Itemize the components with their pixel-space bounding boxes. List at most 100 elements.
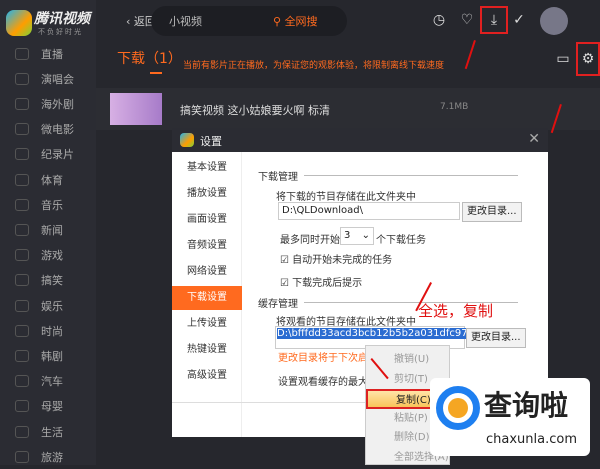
video-thumbnail bbox=[110, 93, 162, 125]
category-icon bbox=[15, 425, 29, 438]
close-icon[interactable]: ✕ bbox=[528, 131, 540, 147]
sidebar-item[interactable]: 旅游 bbox=[0, 444, 96, 469]
sidebar-item[interactable]: 直播 bbox=[0, 41, 96, 66]
sidebar-item[interactable]: 音乐 bbox=[0, 192, 96, 217]
avatar[interactable] bbox=[540, 7, 568, 35]
sidebar-item-label: 搞笑 bbox=[41, 274, 63, 288]
sidebar-item[interactable]: 微电影 bbox=[0, 117, 96, 142]
category-icon bbox=[15, 400, 29, 413]
sidebar-item-label: 音乐 bbox=[41, 198, 63, 212]
play-logo-icon bbox=[6, 10, 32, 36]
check-icon[interactable]: ✓ bbox=[510, 11, 528, 29]
settings-gear-icon[interactable]: ⚙ bbox=[576, 42, 600, 76]
download-title[interactable]: 下载（1） bbox=[117, 48, 182, 68]
cache-path-selected-text: D:\bfffdd33acd3bcb12b5b2a031dfc97ac\ bbox=[277, 328, 483, 339]
download-path-input[interactable]: D:\QLDownload\ bbox=[278, 202, 460, 220]
sidebar-item[interactable]: 海外剧 bbox=[0, 91, 96, 116]
max-cache-label: 设置观看缓存的最大占 bbox=[278, 377, 378, 388]
watermark-en: chaxunla.com bbox=[486, 432, 577, 447]
auto-start-label: 自动开始未完成的任务 bbox=[292, 255, 393, 266]
category-icon bbox=[15, 349, 29, 362]
app-logo-icon bbox=[180, 133, 194, 147]
sidebar-item[interactable]: 新闻 bbox=[0, 217, 96, 242]
settings-nav-item[interactable]: 播放设置 bbox=[172, 182, 242, 206]
category-icon bbox=[15, 72, 29, 85]
cache-mgmt-heading: 缓存管理 bbox=[258, 299, 298, 310]
watermark-logo: 查询啦 chaxunla.com bbox=[430, 378, 590, 456]
watermark-cn: 查询啦 bbox=[484, 389, 569, 422]
category-icon bbox=[15, 198, 29, 211]
settings-nav-item[interactable]: 热键设置 bbox=[172, 338, 242, 362]
max-tasks-suffix: 个下载任务 bbox=[376, 235, 426, 246]
download-item[interactable]: 搞笑视频 这小姑娘要火啊 标清 7.1MB bbox=[96, 88, 600, 130]
settings-nav-item[interactable]: 网络设置 bbox=[172, 260, 242, 284]
category-icon bbox=[15, 324, 29, 337]
settings-nav-item[interactable]: 音频设置 bbox=[172, 234, 242, 258]
sidebar-item-label: 旅游 bbox=[41, 450, 63, 464]
logo-dot bbox=[448, 398, 468, 418]
sidebar-item[interactable]: 韩剧 bbox=[0, 343, 96, 368]
divider bbox=[304, 175, 518, 176]
history-icon[interactable]: ◷ bbox=[430, 11, 448, 29]
sidebar-item-label: 娱乐 bbox=[41, 299, 63, 313]
settings-nav-item[interactable]: 高级设置 bbox=[172, 364, 242, 388]
sidebar-item-label: 游戏 bbox=[41, 249, 63, 263]
change-cache-dir-button[interactable]: 更改目录... bbox=[466, 328, 526, 348]
sidebar-item[interactable]: 搞笑 bbox=[0, 268, 96, 293]
max-tasks-select[interactable]: 3 ⌄ bbox=[340, 227, 374, 245]
download-notice: 当前有影片正在播放，为保证您的观影体验，将限制离线下载速度 bbox=[183, 61, 445, 71]
sidebar-item-label: 纪录片 bbox=[41, 148, 74, 162]
sidebar-item[interactable]: 母婴 bbox=[0, 394, 96, 419]
sidebar-item[interactable]: 生活 bbox=[0, 419, 96, 444]
settings-nav: 基本设置 播放设置 画面设置 音频设置 网络设置 下载设置 上传设置 热键设置 高级设置 bbox=[172, 152, 242, 437]
sidebar-item[interactable]: 体育 bbox=[0, 167, 96, 192]
sidebar-item-label: 韩剧 bbox=[41, 349, 63, 363]
app-slogan: 不负好时光 bbox=[38, 28, 83, 36]
sidebar-item[interactable]: 游戏 bbox=[0, 243, 96, 268]
auto-start-checkbox[interactable]: ☑ 自动开始未完成的任务 bbox=[280, 251, 392, 266]
sidebar-item-label: 母婴 bbox=[41, 400, 63, 414]
sidebar-item[interactable]: 纪录片 bbox=[0, 142, 96, 167]
notify-done-label: 下载完成后提示 bbox=[292, 278, 363, 289]
sidebar-item-label: 演唱会 bbox=[41, 72, 74, 86]
sidebar-item-label: 生活 bbox=[41, 425, 63, 439]
sidebar-item[interactable]: 时尚 bbox=[0, 318, 96, 343]
folder-icon[interactable]: ▭ bbox=[554, 50, 572, 68]
search-all-button[interactable]: ⚲ 全网搜 bbox=[273, 13, 318, 29]
category-icon bbox=[15, 123, 29, 136]
sidebar-item-label: 时尚 bbox=[41, 324, 63, 338]
video-title: 搞笑视频 这小姑娘要火啊 标清 bbox=[180, 104, 330, 117]
sidebar-item-label: 微电影 bbox=[41, 123, 74, 137]
sidebar-item[interactable]: 汽车 bbox=[0, 369, 96, 394]
sidebar-item[interactable]: 演唱会 bbox=[0, 66, 96, 91]
settings-nav-item[interactable]: 下载设置 bbox=[172, 286, 242, 310]
category-icon bbox=[15, 274, 29, 287]
tab-underline bbox=[150, 72, 162, 74]
change-download-dir-button[interactable]: 更改目录... bbox=[462, 202, 522, 222]
sidebar-item-label: 直播 bbox=[41, 47, 63, 61]
search-input[interactable]: 小视频 bbox=[169, 13, 202, 29]
annotation-arrow bbox=[464, 40, 476, 70]
max-tasks-label: 最多同时开始 bbox=[280, 235, 340, 246]
dialog-title: 设置 bbox=[200, 135, 222, 148]
download-folder-label: 将下载的节目存储在此文件夹中 bbox=[276, 192, 416, 203]
download-icon[interactable]: ⤓ bbox=[480, 6, 508, 34]
app-logo[interactable]: 腾讯视频 不负好时光 bbox=[4, 6, 94, 42]
sidebar-item-label: 新闻 bbox=[41, 223, 63, 237]
settings-nav-item[interactable]: 上传设置 bbox=[172, 312, 242, 336]
notify-done-checkbox[interactable]: ☑ 下载完成后提示 bbox=[280, 274, 362, 289]
sidebar-item[interactable]: 娱乐 bbox=[0, 293, 96, 318]
category-icon bbox=[15, 148, 29, 161]
dialog-titlebar: 设置 ✕ bbox=[172, 128, 548, 152]
category-icon bbox=[15, 173, 29, 186]
category-icon bbox=[15, 299, 29, 312]
favorite-icon[interactable]: ♡ bbox=[458, 11, 476, 29]
category-icon bbox=[15, 223, 29, 236]
settings-nav-item[interactable]: 画面设置 bbox=[172, 208, 242, 232]
video-size: 7.1MB bbox=[440, 102, 469, 112]
search-box[interactable]: 小视频 ⚲ 全网搜 bbox=[151, 6, 347, 36]
search-icon: ⚲ bbox=[273, 15, 285, 28]
settings-nav-item[interactable]: 基本设置 bbox=[172, 156, 242, 180]
category-icon bbox=[15, 97, 29, 110]
category-icon bbox=[15, 375, 29, 388]
